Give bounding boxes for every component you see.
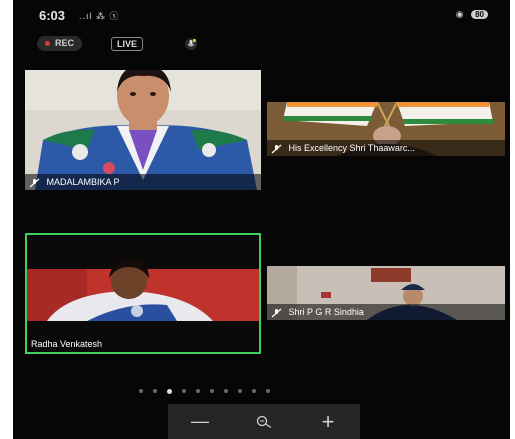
recording-indicator[interactable]: REC (37, 36, 83, 51)
page-indicator[interactable] (139, 389, 270, 397)
battery-badge: 80 (471, 10, 488, 19)
video-tile-sindhia[interactable]: Shri P G R Sindhia (267, 266, 505, 320)
status-bar: 6:03 ..ıl ⁂ ⓢ ◉ 80 (13, 0, 510, 30)
mic-muted-icon (29, 178, 40, 188)
page-dot[interactable] (167, 389, 172, 394)
page-dot[interactable] (210, 389, 214, 393)
participant-name: Radha Venkatesh (27, 336, 259, 352)
page-dot[interactable] (266, 389, 270, 393)
page-dot[interactable] (139, 389, 143, 393)
mic-muted-icon (271, 308, 282, 318)
record-dot-icon (45, 41, 50, 46)
page-dot[interactable] (196, 389, 200, 393)
zoom-in-button[interactable]: + (308, 407, 348, 437)
meeting-screen: 6:03 ..ıl ⁂ ⓢ ◉ 80 REC LIVE MADALAMBIKA … (13, 0, 510, 439)
participant-video (27, 235, 259, 352)
rec-label: REC (55, 38, 75, 48)
status-right: ◉ 80 (456, 9, 488, 20)
zoom-controls: — + (168, 404, 360, 439)
plus-icon: + (321, 408, 335, 434)
participant-name-label: MADALAMBIKA P (46, 177, 120, 187)
minus-icon: — (191, 411, 209, 431)
participant-name: MADALAMBIKA P (25, 174, 261, 190)
participant-video (25, 70, 261, 190)
participant-name-label: His Excellency Shri Thaawarc... (288, 143, 415, 153)
video-tile-madalambika[interactable]: MADALAMBIKA P (25, 70, 261, 190)
page-dot[interactable] (252, 389, 256, 393)
zoom-reset-button[interactable] (244, 407, 284, 437)
zoom-out-button[interactable]: — (180, 407, 220, 437)
participant-name: His Excellency Shri Thaawarc... (267, 140, 505, 156)
live-button[interactable]: LIVE (111, 37, 144, 51)
page-dot[interactable] (153, 389, 157, 393)
magnifier-icon (256, 415, 272, 428)
microphone-icon[interactable] (184, 37, 198, 51)
page-dot[interactable] (182, 389, 186, 393)
video-tile-radha-venkatesh[interactable]: Radha Venkatesh (25, 233, 261, 354)
alarm-icon: ◉ (455, 9, 464, 19)
mic-muted-icon (271, 144, 282, 154)
status-time: 6:03 (39, 8, 66, 23)
page-dot[interactable] (224, 389, 228, 393)
participant-name: Shri P G R Sindhia (267, 304, 505, 320)
participant-name-label: Shri P G R Sindhia (288, 307, 364, 317)
video-tile-his-excellency[interactable]: His Excellency Shri Thaawarc... (267, 102, 505, 156)
signal-wifi-icons: ..ıl ⁂ ⓢ (79, 11, 120, 21)
page-dot[interactable] (238, 389, 242, 393)
participant-name-label: Radha Venkatesh (31, 339, 103, 349)
